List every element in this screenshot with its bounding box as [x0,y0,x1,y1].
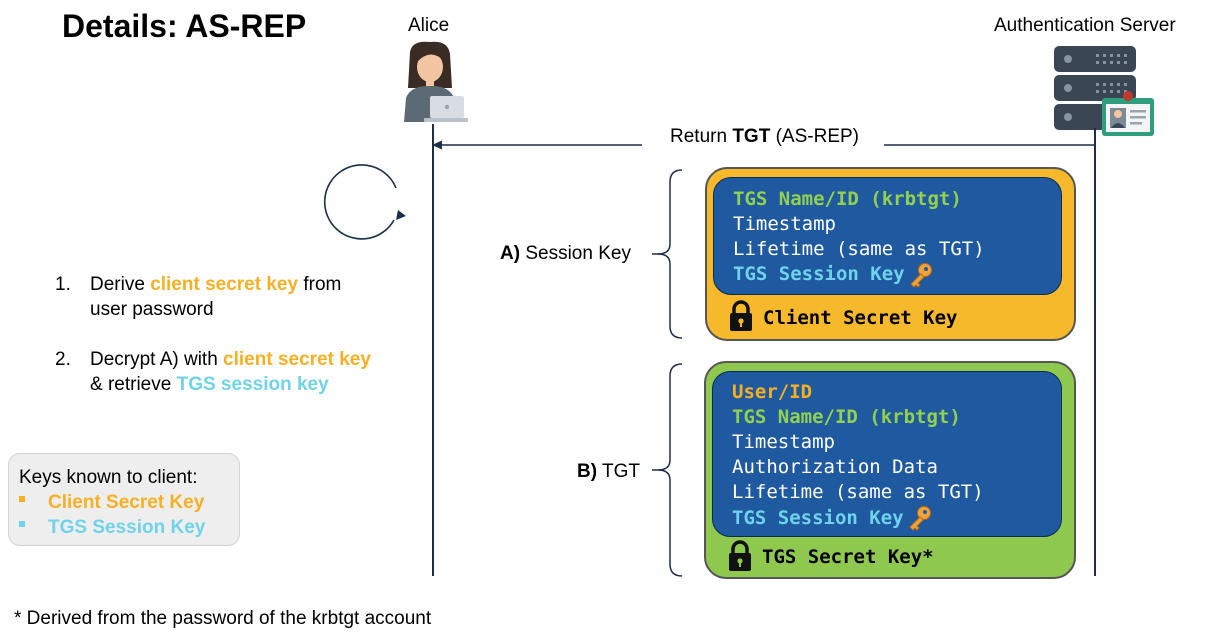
step-1-text: Derive client secret key from user passw… [90,274,342,320]
step-2-text: Decrypt A) with client secret key & retr… [90,349,371,395]
session-field-timestamp: Timestamp [733,213,836,235]
actor-label-server: Authentication Server [994,15,1176,36]
message-label: Return TGT (AS-REP) [670,126,859,147]
refresh-circle-icon [323,164,406,240]
session-key-label: A) Session Key [500,243,631,264]
tgt-field-tgs-session-key: TGS Session Key [732,507,904,529]
session-key-encryption: Client Secret Key [763,307,958,329]
lock-icon [729,540,751,571]
step-1-number: 1. [55,274,71,295]
tgt-field-authorization-data: Authorization Data [732,456,938,478]
key-icon [909,506,931,531]
server-icon [1054,46,1154,136]
session-field-lifetime: Lifetime (same as TGT) [733,238,985,260]
tgt-label: B) TGT [577,461,640,482]
actor-label-client: Alice [408,15,450,36]
user-laptop-icon [404,41,468,122]
tgt-encryption: TGS Secret Key* [762,546,934,568]
server-lifeline [1094,128,1096,576]
client-lifeline [432,124,434,576]
tgt-field-tgs-name: TGS Name/ID (krbtgt) [732,406,961,428]
session-key-brace [652,169,683,339]
keys-known-tgs-session: TGS Session Key [48,517,206,538]
tgt-field-user-id: User/ID [732,381,813,403]
lock-icon [730,300,752,331]
step-2-number: 2. [55,349,71,370]
key-icon [910,263,932,288]
page-title: Details: AS-REP [62,8,307,44]
footnote: * Derived from the password of the krbtg… [14,608,432,629]
bullet-icon [19,496,25,502]
session-field-tgs-session-key: TGS Session Key [733,263,905,285]
tgt-field-lifetime: Lifetime (same as TGT) [732,481,984,503]
tgt-field-timestamp: Timestamp [732,431,835,453]
bullet-icon [19,521,25,527]
keys-known-client-secret: Client Secret Key [48,492,205,513]
keys-known-heading: Keys known to client: [19,467,198,488]
session-field-tgs-name: TGS Name/ID (krbtgt) [733,188,962,210]
tgt-brace [652,363,683,577]
